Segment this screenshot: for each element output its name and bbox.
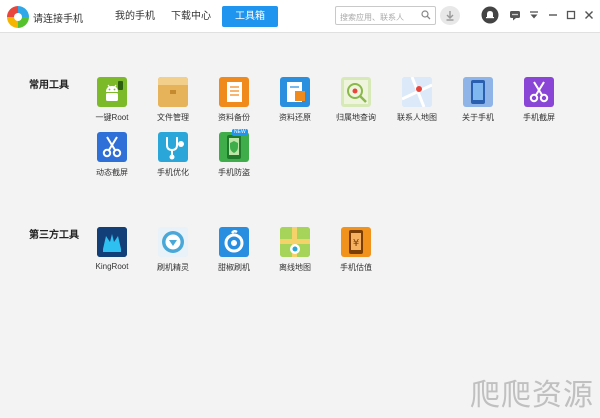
scissors-icon bbox=[524, 77, 554, 107]
title-bar: 请连接手机 我的手机 下载中心 工具箱 bbox=[0, 0, 600, 33]
connect-phone-label[interactable]: 请连接手机 bbox=[33, 10, 83, 25]
tool-label: 手机防盗 bbox=[218, 168, 250, 177]
tool-label: 离线地图 bbox=[279, 263, 311, 272]
feedback-icon[interactable] bbox=[508, 8, 522, 22]
scissors-icon bbox=[97, 132, 127, 162]
location-query-icon bbox=[341, 77, 371, 107]
tool-label: 资料还原 bbox=[279, 113, 311, 122]
tool-about-phone[interactable]: 关于手机 bbox=[450, 77, 506, 123]
tool-phone-screenshot[interactable]: 手机截屏 bbox=[511, 77, 567, 123]
tool-label: 手机截屏 bbox=[523, 113, 555, 122]
tool-offline-map[interactable]: 离线地图 bbox=[267, 227, 323, 273]
pepper-flash-icon bbox=[219, 227, 249, 257]
section-title-common-tools: 常用工具 bbox=[29, 80, 69, 91]
tool-data-backup[interactable]: 资料备份 bbox=[206, 77, 262, 123]
tab-download-center[interactable]: 下载中心 bbox=[166, 6, 216, 27]
search-box bbox=[335, 6, 436, 26]
offline-map-icon bbox=[280, 227, 310, 257]
new-badge: NEW bbox=[232, 129, 248, 136]
tool-pepper-flash[interactable]: 甜椒刷机 bbox=[206, 227, 262, 273]
android-root-icon bbox=[97, 77, 127, 107]
search-input[interactable] bbox=[336, 9, 416, 26]
tool-one-click-root[interactable]: 一键Root bbox=[84, 77, 140, 123]
maximize-icon[interactable] bbox=[564, 8, 578, 22]
tool-label: 手机估值 bbox=[340, 263, 372, 272]
tool-kingroot[interactable]: KingRoot bbox=[84, 227, 140, 271]
section-title-third-party-tools: 第三方工具 bbox=[29, 230, 79, 241]
app-logo-icon[interactable] bbox=[7, 6, 29, 28]
tool-phone-optimize[interactable]: 手机优化 bbox=[145, 132, 201, 178]
tool-label: 资料备份 bbox=[218, 113, 250, 122]
tool-label: 联系人地图 bbox=[397, 113, 437, 122]
tool-label: 刷机精灵 bbox=[157, 263, 189, 272]
tool-label: 关于手机 bbox=[462, 113, 494, 122]
tool-anti-theft[interactable]: NEW 手机防盗 bbox=[206, 129, 262, 178]
tool-label: KingRoot bbox=[95, 262, 129, 271]
notification-bell-icon[interactable] bbox=[481, 6, 499, 24]
tool-label: 一键Root bbox=[95, 113, 129, 122]
folder-icon bbox=[158, 77, 188, 107]
phone-valuation-icon: ¥ bbox=[341, 227, 371, 257]
search-icon[interactable] bbox=[421, 10, 431, 20]
tool-phone-valuation[interactable]: ¥ 手机估值 bbox=[328, 227, 384, 273]
tool-contact-map[interactable]: 联系人地图 bbox=[389, 77, 445, 123]
tool-label: 动态截屏 bbox=[96, 168, 128, 177]
kingroot-icon bbox=[97, 227, 127, 257]
close-icon[interactable] bbox=[582, 8, 596, 22]
tool-flash-sprite[interactable]: 刷机精灵 bbox=[145, 227, 201, 273]
menu-dropdown-icon[interactable] bbox=[527, 8, 541, 22]
contact-map-icon bbox=[402, 77, 432, 107]
phone-info-icon bbox=[463, 77, 493, 107]
anti-theft-icon bbox=[219, 132, 249, 162]
tool-label: 归属地查询 bbox=[336, 113, 376, 122]
tool-location-query[interactable]: 归属地查询 bbox=[328, 77, 384, 123]
backup-document-icon bbox=[219, 77, 249, 107]
tool-dynamic-screenshot[interactable]: 动态截屏 bbox=[84, 132, 140, 178]
tab-my-phone[interactable]: 我的手机 bbox=[109, 6, 161, 27]
tool-label: 文件管理 bbox=[157, 113, 189, 122]
tool-file-manager[interactable]: 文件管理 bbox=[145, 77, 201, 123]
tool-label: 甜椒刷机 bbox=[218, 263, 250, 272]
svg-text:¥: ¥ bbox=[353, 238, 359, 249]
stethoscope-icon bbox=[158, 132, 188, 162]
tool-label: 手机优化 bbox=[157, 168, 189, 177]
restore-document-icon bbox=[280, 77, 310, 107]
flash-sprite-icon bbox=[158, 227, 188, 257]
minimize-icon[interactable] bbox=[546, 8, 560, 22]
tool-data-restore[interactable]: 资料还原 bbox=[267, 77, 323, 123]
tab-toolbox[interactable]: 工具箱 bbox=[222, 6, 278, 27]
download-icon[interactable] bbox=[440, 6, 460, 25]
watermark: 爬爬资源 bbox=[470, 378, 594, 413]
